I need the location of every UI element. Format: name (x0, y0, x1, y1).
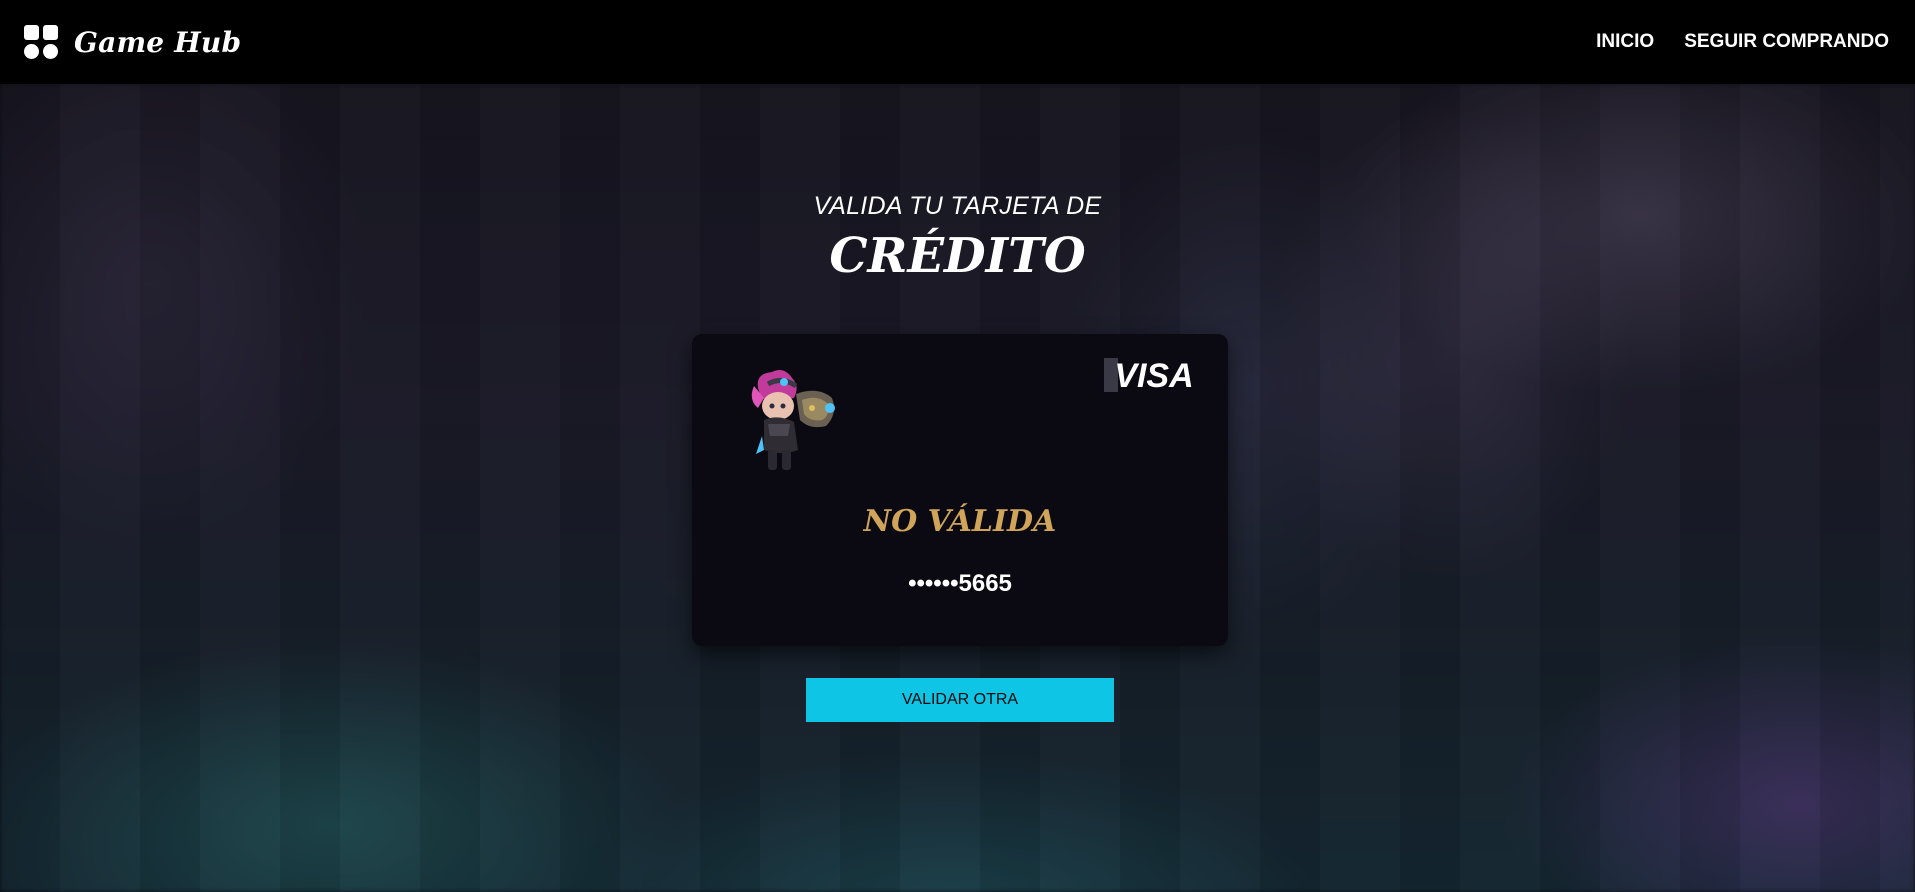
brand-logo-link[interactable]: Game Hub (24, 25, 241, 59)
grid-square (43, 25, 58, 40)
visa-logo: VISA (1104, 358, 1194, 392)
page-subtitle: VALIDA TU TARJETA DE (813, 192, 1102, 220)
page: Game Hub INICIO SEGUIR COMPRANDO VALIDA … (0, 0, 1915, 892)
champion-avatar-icon (751, 370, 835, 470)
nav-link-seguir-comprando[interactable]: SEGUIR COMPRANDO (1684, 31, 1889, 53)
svg-text:VISA: VISA (1114, 358, 1193, 392)
page-title: CRÉDITO (829, 228, 1086, 284)
validate-other-button[interactable]: VALIDAR OTRA (806, 678, 1114, 722)
grid-apps-icon (24, 25, 58, 59)
grid-dot (43, 44, 58, 59)
nav-link-inicio[interactable]: INICIO (1596, 31, 1654, 53)
main-content: VALIDA TU TARJETA DE CRÉDITO VISA NO VÁL… (0, 84, 1915, 892)
masked-card-number: ••••••5665 (908, 570, 1012, 597)
grid-square (24, 25, 39, 40)
nav-links: INICIO SEGUIR COMPRANDO (1596, 31, 1889, 53)
credit-card-panel: VISA NO VÁLIDA ••••••5665 (692, 334, 1228, 646)
top-navbar: Game Hub INICIO SEGUIR COMPRANDO (0, 0, 1915, 84)
validation-status: NO VÁLIDA (863, 504, 1057, 539)
brand-name: Game Hub (74, 25, 242, 59)
grid-dot (24, 44, 39, 59)
